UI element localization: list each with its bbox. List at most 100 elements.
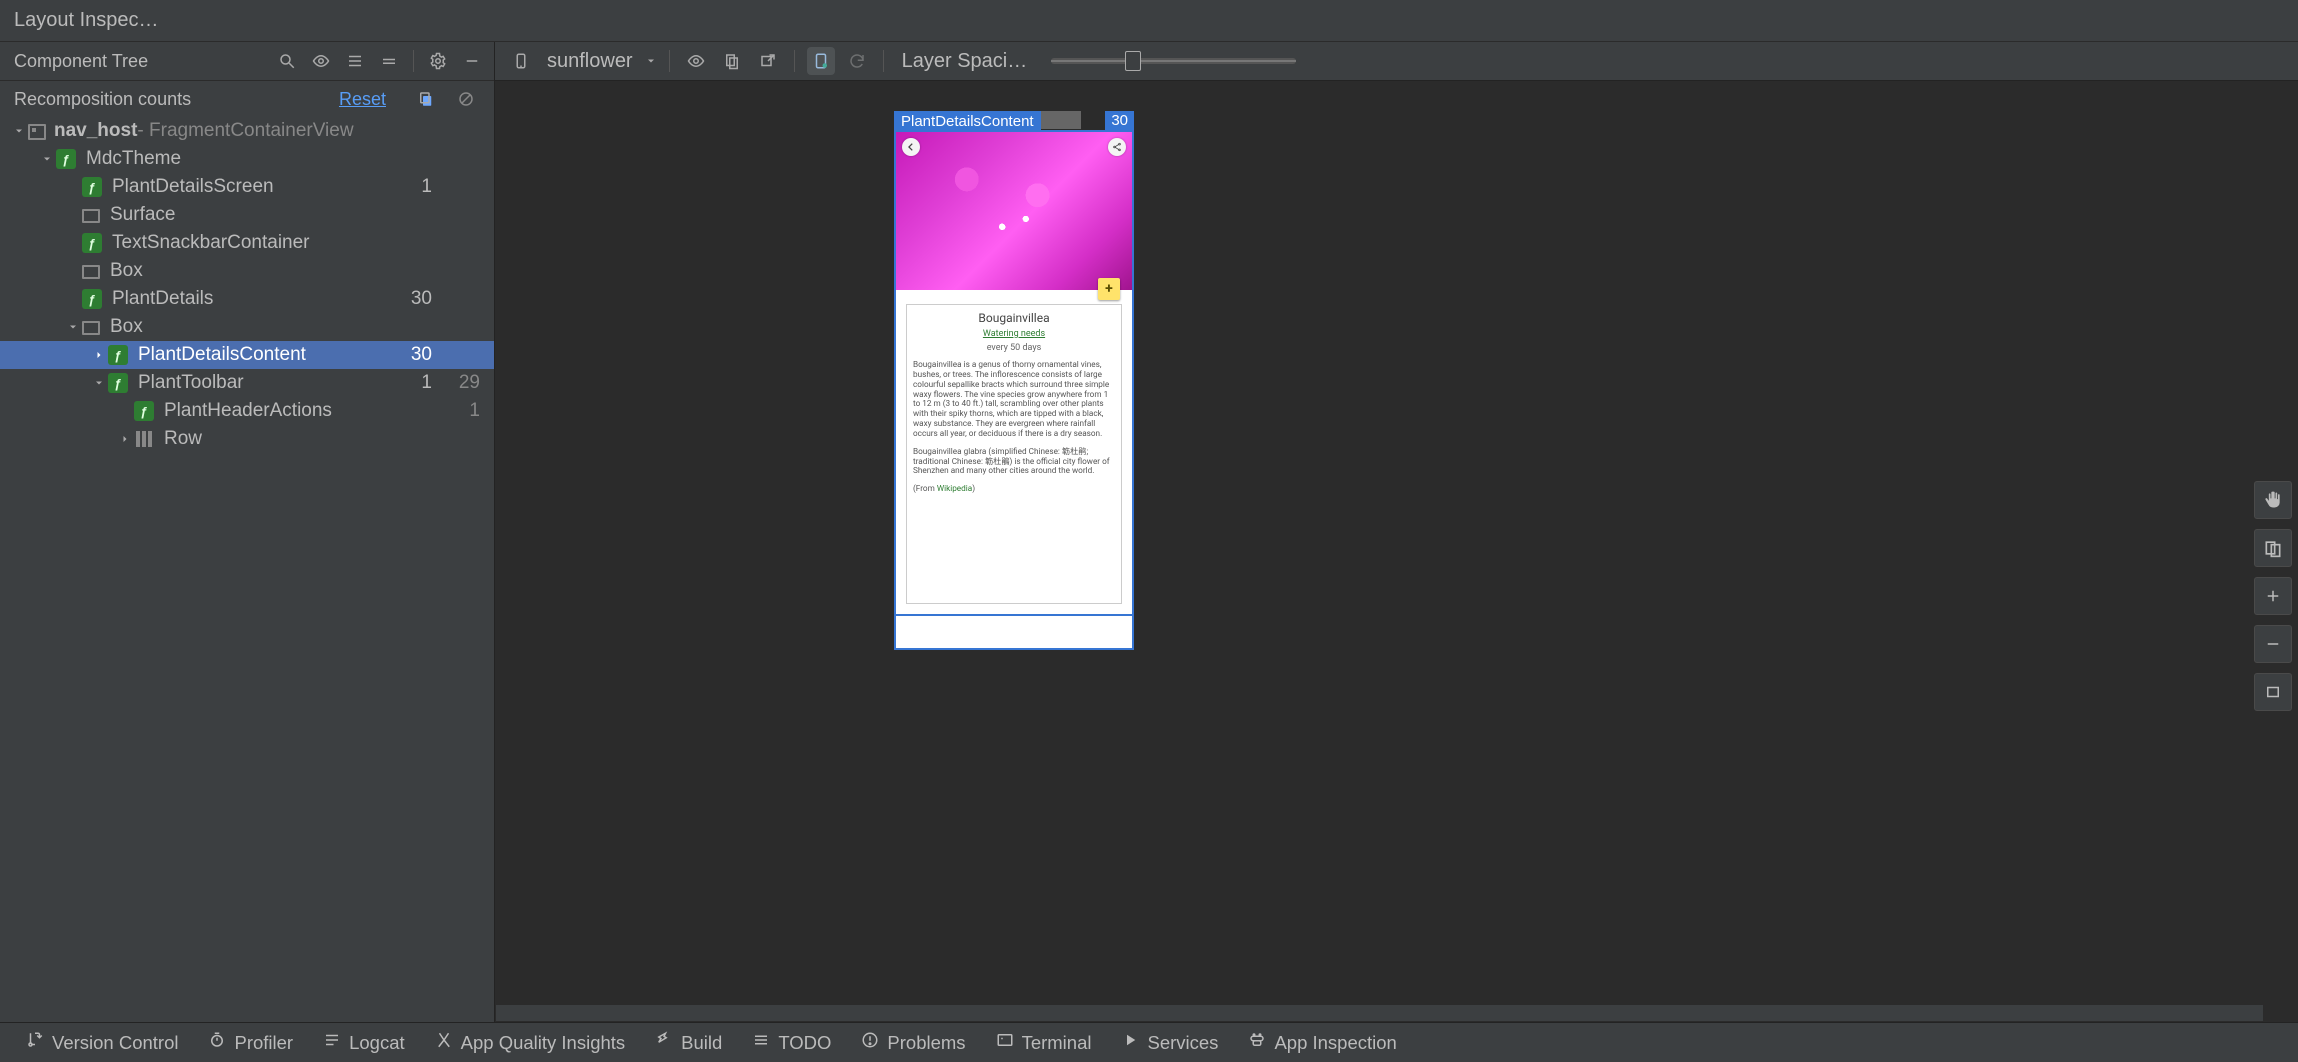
plant-photo: + — [896, 132, 1132, 290]
selection-bottom-band — [896, 614, 1132, 648]
status-item[interactable]: Logcat — [323, 1031, 405, 1054]
tree-row-root[interactable]: nav_host - FragmentContainerView — [0, 117, 494, 145]
zoom-in-icon[interactable] — [2254, 577, 2292, 615]
plant-description-2: Bougainvillea glabra (simplified Chinese… — [913, 448, 1115, 478]
recomposition-counts-label: Recomposition counts — [14, 89, 191, 110]
composable-icon — [134, 401, 154, 421]
device-frame[interactable]: + Bougainvillea Watering needs every 50 … — [894, 130, 1134, 650]
tree-row[interactable]: PlantDetailsContent 30 — [0, 341, 494, 369]
layer-spacing-slider[interactable] — [1051, 58, 1296, 64]
tree-row[interactable]: Surface — [0, 201, 494, 229]
add-plant-fab[interactable]: + — [1098, 278, 1120, 300]
chevron-down-icon[interactable] — [645, 50, 657, 73]
chevron-down-icon[interactable] — [38, 153, 56, 165]
pan-tool-icon[interactable] — [2254, 481, 2292, 519]
horizontal-scrollbar[interactable] — [495, 1004, 2264, 1022]
layout-canvas[interactable]: PlantDetailsContent30 + Bougainvillea — [495, 81, 2298, 1022]
recomposition-count: 30 — [404, 344, 432, 366]
recomposition-count: 1 — [404, 176, 432, 198]
tree-row[interactable]: PlantDetailsScreen 1 — [0, 173, 494, 201]
skip-count — [450, 288, 480, 310]
skip-count — [450, 176, 480, 198]
tree-row[interactable]: MdcTheme — [0, 145, 494, 173]
tree-row[interactable]: PlantHeaderActions1 — [0, 397, 494, 425]
wikipedia-link[interactable]: Wikipedia — [937, 484, 972, 494]
slider-thumb[interactable] — [1125, 51, 1141, 71]
row-icon — [134, 429, 154, 449]
reset-link[interactable]: Reset — [339, 89, 386, 110]
status-icon — [323, 1031, 341, 1054]
search-icon[interactable] — [273, 47, 301, 75]
zoom-out-icon[interactable] — [2254, 625, 2292, 663]
status-icon — [435, 1031, 453, 1054]
device-icon[interactable] — [507, 47, 535, 75]
refresh-icon[interactable] — [843, 47, 871, 75]
view-icon — [28, 124, 46, 140]
tree-row[interactable]: Box — [0, 257, 494, 285]
tree-row[interactable]: PlantToolbar129 — [0, 369, 494, 397]
chevron-down-icon[interactable] — [90, 377, 108, 389]
preview-toolbar: sunflower Layer Spaci… — [495, 42, 2298, 81]
status-item[interactable]: App Quality Insights — [435, 1031, 626, 1054]
share-button[interactable] — [1108, 138, 1126, 156]
layers-icon[interactable] — [2254, 529, 2292, 567]
recomposition-counts-bar: Recomposition counts Reset — [0, 81, 494, 117]
status-item[interactable]: App Inspection — [1248, 1031, 1396, 1054]
overlay-mode-icon[interactable] — [807, 47, 835, 75]
status-icon — [996, 1031, 1014, 1054]
canvas-float-tools — [2254, 481, 2292, 711]
component-tree[interactable]: nav_host - FragmentContainerViewMdcTheme… — [0, 117, 494, 1022]
settings-icon[interactable] — [424, 47, 452, 75]
view-icon — [82, 209, 100, 223]
chevron-right-icon[interactable] — [116, 433, 134, 445]
visibility-icon[interactable] — [307, 47, 335, 75]
status-label: App Quality Insights — [461, 1032, 626, 1054]
disable-icon[interactable] — [452, 85, 480, 113]
chevron-right-icon[interactable] — [90, 349, 108, 361]
tree-row[interactable]: Box — [0, 313, 494, 341]
status-item[interactable]: Profiler — [208, 1031, 293, 1054]
back-button[interactable] — [902, 138, 920, 156]
component-tree-label: Component Tree — [14, 51, 148, 72]
device-label[interactable]: sunflower — [547, 50, 633, 73]
status-icon — [861, 1031, 879, 1054]
tree-node-label: PlantDetailsScreen — [112, 176, 274, 198]
status-item[interactable]: Build — [655, 1031, 722, 1054]
status-item[interactable]: Services — [1121, 1031, 1218, 1054]
status-item[interactable]: Terminal — [996, 1031, 1092, 1054]
watering-needs-label: Watering needs — [913, 329, 1115, 339]
recomposition-count: 1 — [404, 372, 432, 394]
tree-node-label: Surface — [110, 204, 175, 226]
status-label: Logcat — [349, 1032, 405, 1054]
status-icon — [655, 1031, 673, 1054]
tree-node-label: PlantToolbar — [138, 372, 244, 394]
status-icon — [208, 1031, 226, 1054]
title-text: Layout Inspec… — [14, 9, 159, 32]
live-view-icon[interactable] — [682, 47, 710, 75]
bottom-status-bar: Version Control Profiler Logcat App Quality… — [0, 1022, 2298, 1062]
export-icon[interactable] — [754, 47, 782, 75]
tree-row[interactable]: Row — [0, 425, 494, 453]
composable-icon — [56, 149, 76, 169]
expand-all-icon[interactable] — [341, 47, 369, 75]
collapse-all-icon[interactable] — [375, 47, 403, 75]
tree-row[interactable]: PlantDetails 30 — [0, 285, 494, 313]
recomposition-count — [404, 400, 432, 422]
status-item[interactable]: Version Control — [26, 1031, 178, 1054]
tree-node-label: PlantDetails — [112, 288, 213, 310]
component-tree-toolbar: Component Tree — [0, 42, 494, 81]
chevron-down-icon[interactable] — [10, 125, 28, 137]
status-item[interactable]: TODO — [752, 1031, 831, 1054]
snapshot-icon[interactable] — [718, 47, 746, 75]
status-label: Build — [681, 1032, 722, 1054]
tree-row[interactable]: TextSnackbarContainer — [0, 229, 494, 257]
status-label: Problems — [887, 1032, 965, 1054]
status-item[interactable]: Problems — [861, 1031, 965, 1054]
tree-node-label: TextSnackbarContainer — [112, 232, 310, 254]
recomposition-count: 30 — [404, 288, 432, 310]
minimize-icon[interactable] — [458, 47, 486, 75]
fit-screen-icon[interactable] — [2254, 673, 2292, 711]
tree-node-label: PlantDetailsContent — [138, 344, 306, 366]
copy-icon[interactable] — [412, 85, 440, 113]
chevron-down-icon[interactable] — [64, 321, 82, 333]
